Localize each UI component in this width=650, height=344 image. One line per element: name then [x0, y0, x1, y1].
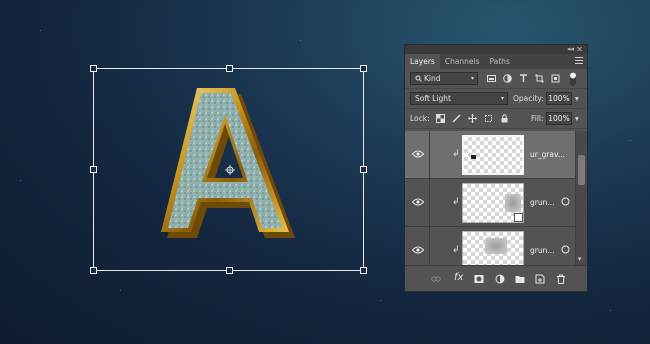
shape-filter-icon[interactable] — [535, 74, 544, 83]
layer-thumbnail[interactable] — [462, 135, 524, 175]
panel-tabs: Layers Channels Paths — [405, 54, 587, 69]
layers-list: ↲ ur_grav... ↲ grun... ↲ grun... — [405, 131, 577, 265]
visibility-divider — [429, 131, 430, 178]
layer-thumbnail[interactable] — [462, 231, 524, 265]
fx-expand-icon[interactable] — [561, 245, 570, 254]
clipping-mask-icon: ↲ — [452, 197, 460, 207]
bg-speck — [300, 40, 301, 41]
filter-toggle-icon[interactable] — [568, 71, 578, 87]
opacity-field[interactable]: 100% — [546, 92, 572, 105]
scrollbar-thumb[interactable] — [578, 155, 585, 185]
transform-handle-top-left[interactable] — [90, 65, 97, 72]
transform-handle-top-center[interactable] — [226, 65, 233, 72]
bg-speck — [40, 30, 41, 31]
chevron-down-icon: ▾ — [500, 95, 504, 102]
opacity-label: Opacity: — [513, 94, 544, 103]
blend-mode-dropdown[interactable]: Soft Light ▾ — [410, 92, 508, 105]
layer-row[interactable]: ↲ grun... — [405, 179, 577, 227]
visibility-divider — [429, 179, 430, 226]
layer-name[interactable]: ur_grav... — [530, 150, 565, 159]
bg-speck — [610, 310, 611, 311]
chevron-down-icon: ▾ — [470, 75, 474, 82]
chevron-down-icon[interactable]: ▾ — [575, 94, 579, 103]
panel-title-bar[interactable]: ◂◂ ✕ — [405, 45, 587, 54]
transform-handle-middle-left[interactable] — [90, 166, 97, 173]
transform-handle-middle-right[interactable] — [360, 166, 367, 173]
add-layer-mask-icon[interactable] — [474, 274, 484, 284]
chevron-down-icon[interactable]: ▾ — [575, 114, 579, 123]
tab-channels[interactable]: Channels — [440, 54, 485, 69]
filter-row: Kind ▾ — [405, 69, 587, 89]
fx-expand-icon[interactable] — [561, 197, 570, 206]
thumbnail-content — [471, 155, 476, 159]
layer-row[interactable]: ↲ ur_grav... — [405, 131, 577, 179]
lock-transparent-pixels-icon[interactable] — [436, 114, 445, 123]
thumbnail-content — [485, 238, 507, 254]
tab-layers[interactable]: Layers — [405, 54, 440, 69]
pixel-filter-icon[interactable] — [487, 74, 496, 83]
transform-handle-bottom-left[interactable] — [90, 267, 97, 274]
layer-row[interactable]: ↲ grun... — [405, 227, 577, 265]
layers-panel: ◂◂ ✕ Layers Channels Paths Kind ▾ Soft L… — [404, 44, 588, 292]
search-icon — [415, 75, 422, 82]
tab-paths[interactable]: Paths — [485, 54, 515, 69]
fill-label: Fill: — [531, 114, 544, 123]
artboard-autonest-icon[interactable] — [484, 114, 493, 123]
blend-mode-value: Soft Light — [415, 94, 451, 103]
collapse-icon[interactable]: ◂◂ — [567, 45, 574, 54]
transform-bounding-box[interactable] — [90, 65, 367, 274]
transform-handle-bottom-right[interactable] — [360, 267, 367, 274]
visibility-divider — [429, 227, 430, 265]
blend-row: Soft Light ▾ Opacity: 100% ▾ — [405, 89, 587, 109]
lock-position-icon[interactable] — [468, 114, 477, 123]
smart-object-filter-icon[interactable] — [551, 74, 560, 83]
delete-layer-icon[interactable] — [556, 274, 566, 284]
transform-handle-bottom-center[interactable] — [226, 267, 233, 274]
link-layers-icon[interactable] — [431, 274, 441, 284]
close-icon[interactable]: ✕ — [576, 45, 583, 54]
transform-handle-top-right[interactable] — [360, 65, 367, 72]
lock-image-pixels-icon[interactable] — [452, 114, 461, 123]
filter-kind-label: Kind — [424, 74, 441, 83]
layers-bottom-toolbar: fx — [405, 265, 587, 291]
bg-speck — [380, 300, 381, 301]
fill-field[interactable]: 100% — [546, 112, 572, 125]
adjustment-filter-icon[interactable] — [503, 74, 512, 83]
transform-center-icon[interactable] — [225, 165, 235, 175]
bg-speck — [630, 140, 631, 141]
lock-all-icon[interactable] — [500, 114, 509, 123]
eye-icon[interactable] — [412, 198, 424, 206]
filter-kind-dropdown[interactable]: Kind ▾ — [410, 72, 478, 85]
layer-name[interactable]: grun... — [530, 246, 555, 255]
lock-label: Lock: — [410, 114, 430, 123]
bg-speck — [120, 290, 121, 291]
eye-icon[interactable] — [412, 150, 424, 158]
new-group-icon[interactable] — [515, 274, 525, 284]
panel-menu-icon[interactable] — [575, 57, 583, 66]
lock-row: Lock: Fill: 100% ▾ — [405, 109, 587, 129]
layer-name[interactable]: grun... — [530, 198, 555, 207]
clipping-mask-icon: ↲ — [452, 245, 460, 255]
bg-speck — [20, 180, 21, 181]
new-layer-icon[interactable] — [535, 274, 545, 284]
layers-scrollbar[interactable]: ▾ — [575, 131, 587, 265]
eye-icon[interactable] — [412, 246, 424, 254]
fx-icon[interactable]: fx — [454, 272, 463, 283]
clipping-mask-icon: ↲ — [452, 149, 460, 159]
new-adjustment-layer-icon[interactable] — [495, 274, 505, 284]
smart-object-badge-icon — [514, 213, 523, 222]
thumbnail-content — [505, 194, 521, 212]
scroll-down-icon[interactable]: ▾ — [578, 255, 582, 263]
layer-thumbnail[interactable] — [462, 183, 524, 223]
type-filter-icon[interactable] — [519, 74, 528, 83]
